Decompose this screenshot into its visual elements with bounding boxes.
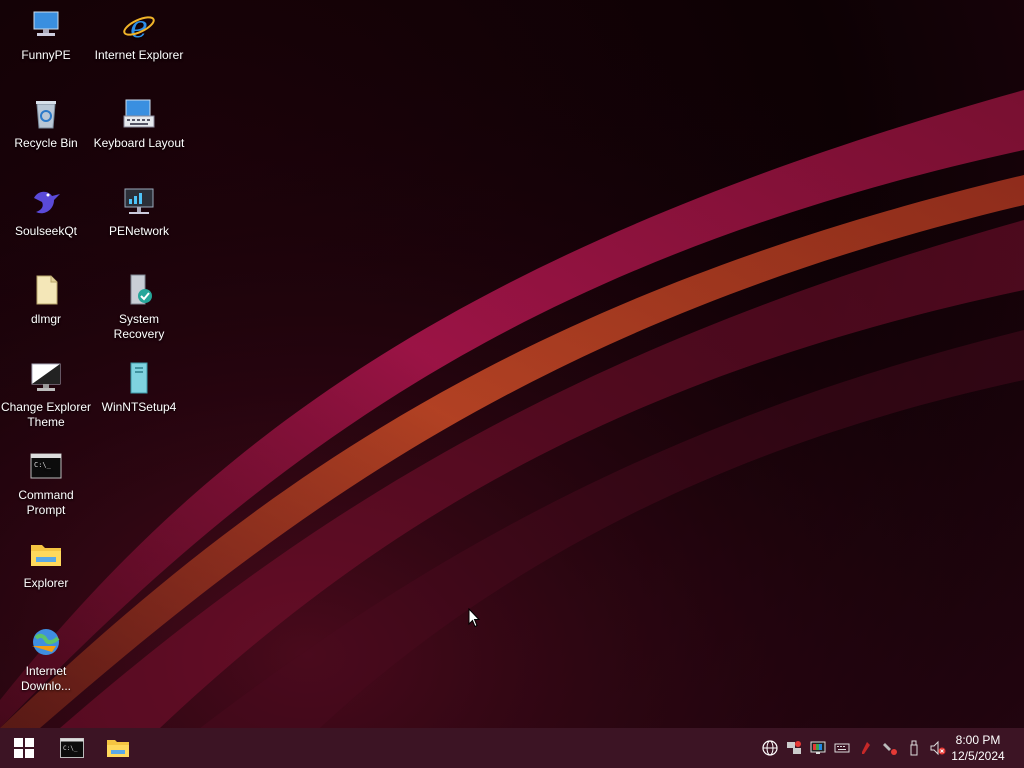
internet-explorer-icon: e <box>123 10 155 44</box>
usb-icon[interactable] <box>905 739 923 757</box>
desktop-icon-label: dlmgr <box>30 312 61 326</box>
desktop-icon-system-recovery[interactable]: System Recovery <box>93 268 185 352</box>
desktop-icon-label: Recycle Bin <box>14 136 78 150</box>
desktop-icon-label: WinNTSetup4 <box>101 400 177 414</box>
desktop-icon-recycle-bin[interactable]: Recycle Bin <box>0 92 92 176</box>
desktop-icon-label: System Recovery <box>113 312 165 341</box>
desktop-icon-label: SoulseekQt <box>14 224 78 238</box>
svg-text:C:\_: C:\_ <box>63 745 78 752</box>
clock-time: 8:00 PM <box>955 733 1001 747</box>
folder-icon <box>31 545 61 566</box>
computer-icon <box>33 11 59 36</box>
keyboard-icon <box>123 99 155 128</box>
desktop-icon-label: Internet Downlo... <box>20 664 72 693</box>
desktop-icon-label: Command Prompt <box>18 488 74 517</box>
taskbar: C:\_ 8:00 PM 12/5/2024 <box>0 728 1024 768</box>
safely-remove-icon[interactable] <box>881 739 899 757</box>
windows-logo-icon <box>14 738 34 758</box>
system-tray <box>758 728 950 768</box>
desktop-icon-soulseekqt[interactable]: SoulseekQt <box>0 180 92 264</box>
desktop-icon-funnype[interactable]: FunnyPE <box>0 4 92 88</box>
network-icon[interactable] <box>785 739 803 757</box>
recycle-bin-icon <box>36 101 56 129</box>
taskbar-file-explorer[interactable] <box>94 728 142 768</box>
file-icon <box>36 275 58 305</box>
color-icon[interactable] <box>809 739 827 757</box>
network-monitor-icon <box>124 188 154 214</box>
recovery-icon <box>130 274 152 305</box>
desktop-icon-label: PENetwork <box>108 224 170 238</box>
desktop-icon-explorer[interactable]: Explorer <box>0 532 92 616</box>
desktop-icon-keyboard-layout[interactable]: Keyboard Layout <box>93 92 185 176</box>
folder-icon <box>107 740 129 757</box>
mouse-cursor-icon <box>468 608 480 628</box>
taskbar-command-prompt[interactable]: C:\_ <box>48 728 96 768</box>
volume-muted-icon[interactable] <box>929 739 947 757</box>
svg-text:e: e <box>130 10 148 44</box>
desktop-icon-internet-explorer[interactable]: e Internet Explorer <box>93 4 185 88</box>
bird-icon <box>34 191 60 214</box>
desktop-icon-dlmgr[interactable]: dlmgr <box>0 268 92 352</box>
clock-date: 12/5/2024 <box>951 749 1005 763</box>
console-icon: C:\_ <box>30 453 62 479</box>
desktop-icon-command-prompt[interactable]: C:\_ Command Prompt <box>0 444 92 528</box>
desktop-icon-winntsetup4[interactable]: WinNTSetup4 <box>93 356 185 440</box>
desktop-icon-label: Explorer <box>23 576 69 590</box>
console-icon: C:\_ <box>60 738 84 758</box>
desktop-icon-penetwork[interactable]: PENetwork <box>93 180 185 264</box>
start-button[interactable] <box>0 728 48 768</box>
desktop-icon-label: Internet Explorer <box>94 48 184 62</box>
desktop-icon-internet-download-manager[interactable]: Internet Downlo... <box>0 620 92 704</box>
taskbar-clock[interactable]: 8:00 PM 12/5/2024 <box>946 730 1010 766</box>
desktop-icon-change-explorer-theme[interactable]: Change Explorer Theme <box>0 356 92 440</box>
svg-text:C:\_: C:\_ <box>34 461 52 469</box>
desktop-icon-label: Change Explorer Theme <box>0 400 92 429</box>
desktop-icon-label: Keyboard Layout <box>93 136 185 150</box>
pen-icon[interactable] <box>857 739 875 757</box>
setup-icon <box>130 362 148 394</box>
monitor-icon <box>31 363 61 391</box>
keyboard-icon[interactable] <box>833 739 851 757</box>
desktop-icon-label: FunnyPE <box>21 48 71 62</box>
globe-icon[interactable] <box>761 739 779 757</box>
download-globe-icon <box>32 629 60 655</box>
